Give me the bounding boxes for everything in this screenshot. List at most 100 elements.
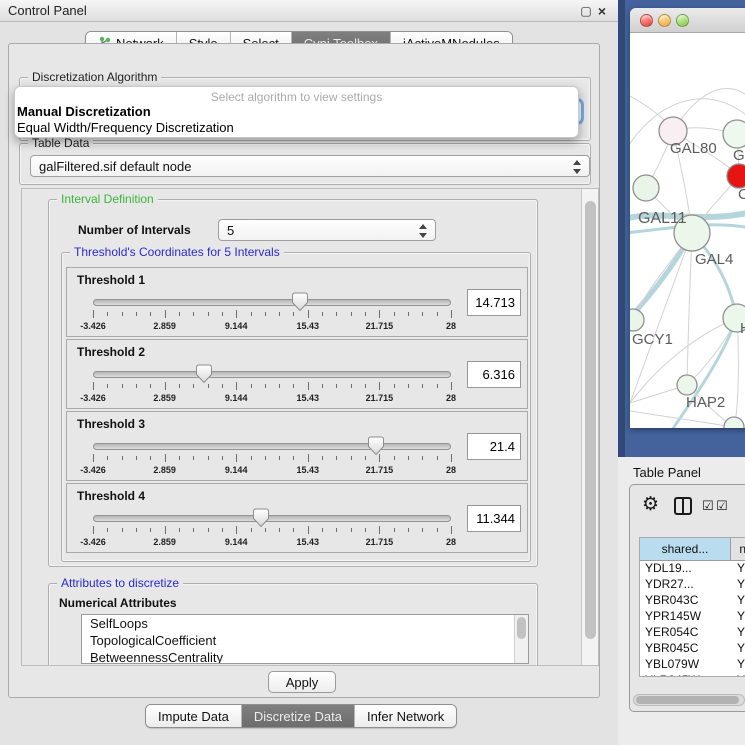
attributes-scrollbar-thumb[interactable] [517, 617, 526, 639]
numerical-attributes-list[interactable]: SelfLoopsTopologicalCoefficientBetweenne… [81, 614, 529, 664]
table-cell[interactable]: YBL079W [640, 657, 731, 673]
gear-icon[interactable]: ⚙ [642, 493, 659, 517]
tick-label: -3.426 [80, 537, 106, 547]
tick-mark [422, 528, 423, 532]
tab-label: Infer Network [367, 709, 444, 724]
tick-mark [365, 384, 366, 388]
tick-label: 28 [446, 537, 456, 547]
table-row[interactable]: YLR345WYLR3 [640, 673, 745, 677]
tick-mark [165, 382, 166, 390]
slider-ticks [93, 454, 451, 464]
network-node[interactable] [727, 164, 745, 188]
table-row[interactable]: YDL19...YDL1 [640, 561, 745, 577]
tick-mark [236, 382, 237, 390]
threshold-value-field[interactable] [467, 505, 521, 532]
table-cell[interactable]: YDR27... [640, 577, 731, 593]
algorithm-option-equal-width-frequency-discretization[interactable]: Equal Width/Frequency Discretization [17, 120, 234, 135]
tick-mark [122, 312, 123, 316]
table-cell[interactable]: YBR0 [731, 641, 745, 657]
zoom-traffic-light[interactable] [676, 14, 689, 27]
table-scrollbar-thumb[interactable] [636, 696, 739, 704]
network-node[interactable] [630, 309, 644, 331]
number-of-intervals-combo[interactable]: 5 [218, 219, 436, 241]
threshold-slider[interactable]: -3.4262.8599.14415.4321.71528 [93, 439, 451, 479]
table-cell[interactable]: YLR345W [640, 673, 731, 677]
table-cell[interactable]: YER054C [640, 625, 731, 641]
threshold-slider[interactable]: -3.4262.8599.14415.4321.71528 [93, 367, 451, 407]
tick-mark [165, 310, 166, 318]
table-row[interactable]: YBL079WYBL0 [640, 657, 745, 673]
slider-track[interactable] [93, 515, 451, 522]
minimize-traffic-light[interactable] [658, 14, 671, 27]
table-row[interactable]: YPR145WYPR1 [640, 609, 745, 625]
table-row[interactable]: YBR045CYBR0 [640, 641, 745, 657]
threshold-slider[interactable]: -3.4262.8599.14415.4321.71528 [93, 511, 451, 551]
network-canvas[interactable]: GAL80G.CGAL11GAL4GCY1HHAP2 [630, 33, 745, 428]
settings-scrollbar-thumb[interactable] [585, 201, 596, 639]
checkbox-icon[interactable]: ☑ [702, 498, 714, 514]
table-cell[interactable]: YBL0 [731, 657, 745, 673]
threshold-slider[interactable]: -3.4262.8599.14415.4321.71528 [93, 295, 451, 335]
slider-track[interactable] [93, 371, 451, 378]
table-cell[interactable]: YBR045C [640, 641, 731, 657]
table-cell[interactable]: YDL1 [731, 561, 745, 577]
discretization-algorithm-title: Discretization Algorithm [28, 70, 161, 85]
algorithm-option-manual-discretization[interactable]: Manual Discretization [17, 104, 151, 119]
table-cell[interactable]: YLR3 [731, 673, 745, 677]
slider-thumb[interactable] [291, 292, 309, 317]
table-panel-window: ⚙ ☑ ☑ shared...n YDL19...YDL1YDR27...YDR… [629, 484, 745, 712]
table-horizontal-scrollbar[interactable] [633, 694, 745, 706]
table-cell[interactable]: YDL19... [640, 561, 731, 577]
network-node[interactable] [724, 417, 744, 428]
table-data-title: Table Data [28, 136, 93, 151]
tab-impute-data[interactable]: Impute Data [146, 705, 242, 727]
table-column-header-1[interactable]: shared... [640, 538, 731, 561]
attribute-item-topologicalcoefficient[interactable]: TopologicalCoefficient [82, 632, 528, 649]
tick-mark [93, 526, 94, 534]
close-traffic-light[interactable] [640, 14, 653, 27]
settings-vertical-scrollbar[interactable] [581, 189, 598, 665]
tab-infer-network[interactable]: Infer Network [355, 705, 456, 727]
threshold-value-field[interactable] [467, 289, 521, 316]
threshold-value-field[interactable] [467, 433, 521, 460]
tick-mark [322, 312, 323, 316]
table-row[interactable]: YDR27...YDR2 [640, 577, 745, 593]
float-icon[interactable]: ▢ [578, 4, 594, 18]
table-cell[interactable]: YBR0 [731, 593, 745, 609]
slider-track[interactable] [93, 299, 451, 306]
slider-thumb[interactable] [367, 436, 385, 461]
attribute-item-selfloops[interactable]: SelfLoops [82, 615, 528, 632]
table-cell[interactable]: YPR145W [640, 609, 731, 625]
table-cell[interactable]: YPR1 [731, 609, 745, 625]
split-columns-icon[interactable] [674, 497, 692, 515]
network-node[interactable] [677, 375, 697, 395]
network-node[interactable] [633, 175, 659, 201]
tick-mark [408, 528, 409, 532]
threshold-value-field[interactable] [467, 361, 521, 388]
table-data-combo[interactable]: galFiltered.sif default node [30, 155, 590, 177]
checkbox-icon[interactable]: ☑ [716, 498, 728, 514]
slider-thumb[interactable] [252, 508, 270, 533]
network-edge[interactable] [670, 318, 737, 428]
table-row[interactable]: YBR043CYBR0 [640, 593, 745, 609]
tab-discretize-data[interactable]: Discretize Data [242, 705, 355, 727]
table-cell[interactable]: YER0 [731, 625, 745, 641]
attributes-list-scrollbar[interactable] [514, 615, 528, 663]
tick-mark [351, 312, 352, 316]
tick-label: 2.859 [153, 393, 176, 403]
network-node[interactable] [723, 120, 745, 148]
slider-thumb[interactable] [195, 364, 213, 389]
tick-mark [451, 382, 452, 390]
apply-button[interactable]: Apply [268, 671, 336, 693]
table-column-header-2[interactable]: n [731, 538, 745, 561]
close-icon[interactable]: × [594, 3, 610, 19]
attributes-group: Attributes to discretize Numerical Attri… [48, 583, 538, 666]
table-row[interactable]: YER054CYER0 [640, 625, 745, 641]
attribute-item-betweennesscentrality[interactable]: BetweennessCentrality [82, 649, 528, 664]
network-edge[interactable] [687, 233, 692, 385]
table-cell[interactable]: YDR2 [731, 577, 745, 593]
tick-mark [308, 526, 309, 534]
table-cell[interactable]: YBR043C [640, 593, 731, 609]
network-edge[interactable] [734, 318, 738, 427]
slider-track[interactable] [93, 443, 451, 450]
